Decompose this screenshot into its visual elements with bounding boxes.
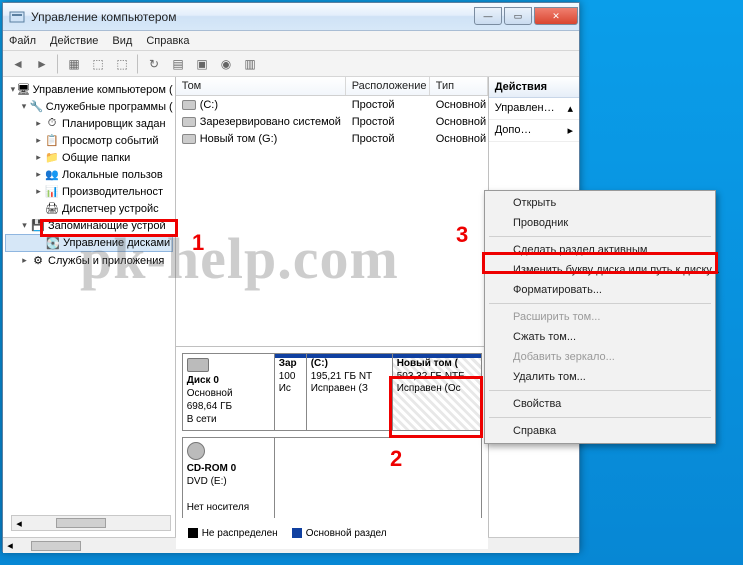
ctx-extend: Расширить том... bbox=[487, 307, 713, 327]
disk-icon bbox=[187, 358, 209, 372]
tree-device-manager[interactable]: 🖨Диспетчер устройс bbox=[5, 200, 173, 217]
toolbar-icon-6[interactable]: ◉ bbox=[215, 54, 237, 74]
tree-services[interactable]: ▸⚙Службы и приложения bbox=[5, 252, 173, 269]
ctx-explorer[interactable]: Проводник bbox=[487, 213, 713, 233]
ctx-divider bbox=[489, 417, 711, 418]
ctx-help[interactable]: Справка bbox=[487, 421, 713, 441]
actions-item[interactable]: Допо…▸ bbox=[489, 120, 579, 142]
col-volume[interactable]: Том bbox=[176, 77, 346, 95]
annotation-number-2: 2 bbox=[390, 446, 402, 472]
ctx-divider bbox=[489, 236, 711, 237]
nav-tree[interactable]: ▾🖥Управление компьютером ( ▾🔧Служебные п… bbox=[3, 77, 176, 537]
tree-root[interactable]: ▾🖥Управление компьютером ( bbox=[5, 81, 173, 98]
annotation-number-1: 1 bbox=[192, 230, 204, 256]
annotation-number-3: 3 bbox=[456, 222, 468, 248]
tree-event-viewer[interactable]: ▸📋Просмотр событий bbox=[5, 132, 173, 149]
volume-list-header: Том Расположение Тип bbox=[176, 77, 488, 96]
actions-item[interactable]: Управлен…▴ bbox=[489, 98, 579, 120]
menu-help[interactable]: Справка bbox=[146, 35, 189, 47]
partition[interactable]: (C:) 195,21 ГБ NT Исправен (З bbox=[307, 354, 393, 430]
toolbar-separator bbox=[57, 54, 59, 74]
volume-icon bbox=[182, 134, 196, 144]
ctx-open[interactable]: Открыть bbox=[487, 193, 713, 213]
app-icon bbox=[9, 9, 25, 25]
annotation-box-3 bbox=[482, 252, 718, 274]
nav-back-button[interactable]: ◄ bbox=[7, 54, 29, 74]
ctx-properties[interactable]: Свойства bbox=[487, 394, 713, 414]
toolbar-icon-2[interactable]: ⬚ bbox=[87, 54, 109, 74]
toolbar-icon-3[interactable]: ⬚ bbox=[111, 54, 133, 74]
minimize-button[interactable]: — bbox=[474, 7, 502, 25]
cdrom-row[interactable]: CD-ROM 0 DVD (E:) Нет носителя bbox=[182, 437, 482, 518]
volume-icon bbox=[182, 117, 196, 127]
volume-row[interactable]: Новый том (G:) Простой Основной bbox=[176, 130, 488, 147]
main-panel: Том Расположение Тип (C:) Простой Основн… bbox=[176, 77, 488, 537]
actions-header: Действия bbox=[489, 77, 579, 98]
menu-view[interactable]: Вид bbox=[112, 35, 132, 47]
toolbar-icon-4[interactable]: ▤ bbox=[167, 54, 189, 74]
tree-performance[interactable]: ▸📊Производительност bbox=[5, 183, 173, 200]
ctx-delete-volume[interactable]: Удалить том... bbox=[487, 367, 713, 387]
volume-row[interactable]: (C:) Простой Основной bbox=[176, 96, 488, 113]
close-button[interactable]: ✕ bbox=[534, 7, 578, 25]
annotation-box-1 bbox=[40, 219, 178, 237]
tree-scrollbar[interactable]: ◂ bbox=[11, 515, 171, 531]
window-title: Управление компьютером bbox=[31, 10, 473, 24]
collapse-icon: ▴ bbox=[567, 102, 573, 115]
ctx-divider bbox=[489, 303, 711, 304]
ctx-divider bbox=[489, 390, 711, 391]
tree-system-tools[interactable]: ▾🔧Служебные программы ( bbox=[5, 98, 173, 115]
tree-task-scheduler[interactable]: ▸⏱Планировщик задан bbox=[5, 115, 173, 132]
context-menu: Открыть Проводник Сделать раздел активны… bbox=[484, 190, 716, 444]
menu-action[interactable]: Действие bbox=[50, 35, 98, 47]
partition[interactable]: Зар 100 Ис bbox=[275, 354, 307, 430]
toolbar-icon-5[interactable]: ▣ bbox=[191, 54, 213, 74]
legend: Не распределен Основной раздел bbox=[182, 524, 482, 543]
col-type[interactable]: Тип bbox=[430, 77, 488, 95]
toolbar-icon-7[interactable]: ▥ bbox=[239, 54, 261, 74]
cdrom-icon bbox=[187, 442, 205, 460]
titlebar: Управление компьютером — ▭ ✕ bbox=[3, 3, 579, 31]
col-layout[interactable]: Расположение bbox=[346, 77, 430, 95]
menubar: Файл Действие Вид Справка bbox=[3, 31, 579, 51]
tree-local-users[interactable]: ▸👥Локальные пользов bbox=[5, 166, 173, 183]
legend-swatch-primary bbox=[292, 528, 302, 538]
volume-icon bbox=[182, 100, 196, 110]
menu-file[interactable]: Файл bbox=[9, 35, 36, 47]
nav-fwd-button[interactable]: ► bbox=[31, 54, 53, 74]
cdrom-info: CD-ROM 0 DVD (E:) Нет носителя bbox=[183, 438, 275, 518]
toolbar-icon-1[interactable]: ▦ bbox=[63, 54, 85, 74]
toolbar-separator bbox=[137, 54, 139, 74]
expand-icon: ▸ bbox=[567, 124, 573, 137]
volume-list[interactable]: (C:) Простой Основной Зарезервировано си… bbox=[176, 96, 488, 346]
maximize-button[interactable]: ▭ bbox=[504, 7, 532, 25]
toolbar: ◄ ► ▦ ⬚ ⬚ ↻ ▤ ▣ ◉ ▥ bbox=[3, 51, 579, 77]
legend-swatch-unallocated bbox=[188, 528, 198, 538]
refresh-icon[interactable]: ↻ bbox=[143, 54, 165, 74]
disk-info: Диск 0 Основной 698,64 ГБ В сети bbox=[183, 354, 275, 430]
ctx-add-mirror: Добавить зеркало... bbox=[487, 347, 713, 367]
tree-shared-folders[interactable]: ▸📁Общие папки bbox=[5, 149, 173, 166]
annotation-box-2 bbox=[389, 376, 483, 438]
ctx-format[interactable]: Форматировать... bbox=[487, 280, 713, 300]
volume-row[interactable]: Зарезервировано системой Простой Основно… bbox=[176, 113, 488, 130]
ctx-shrink[interactable]: Сжать том... bbox=[487, 327, 713, 347]
